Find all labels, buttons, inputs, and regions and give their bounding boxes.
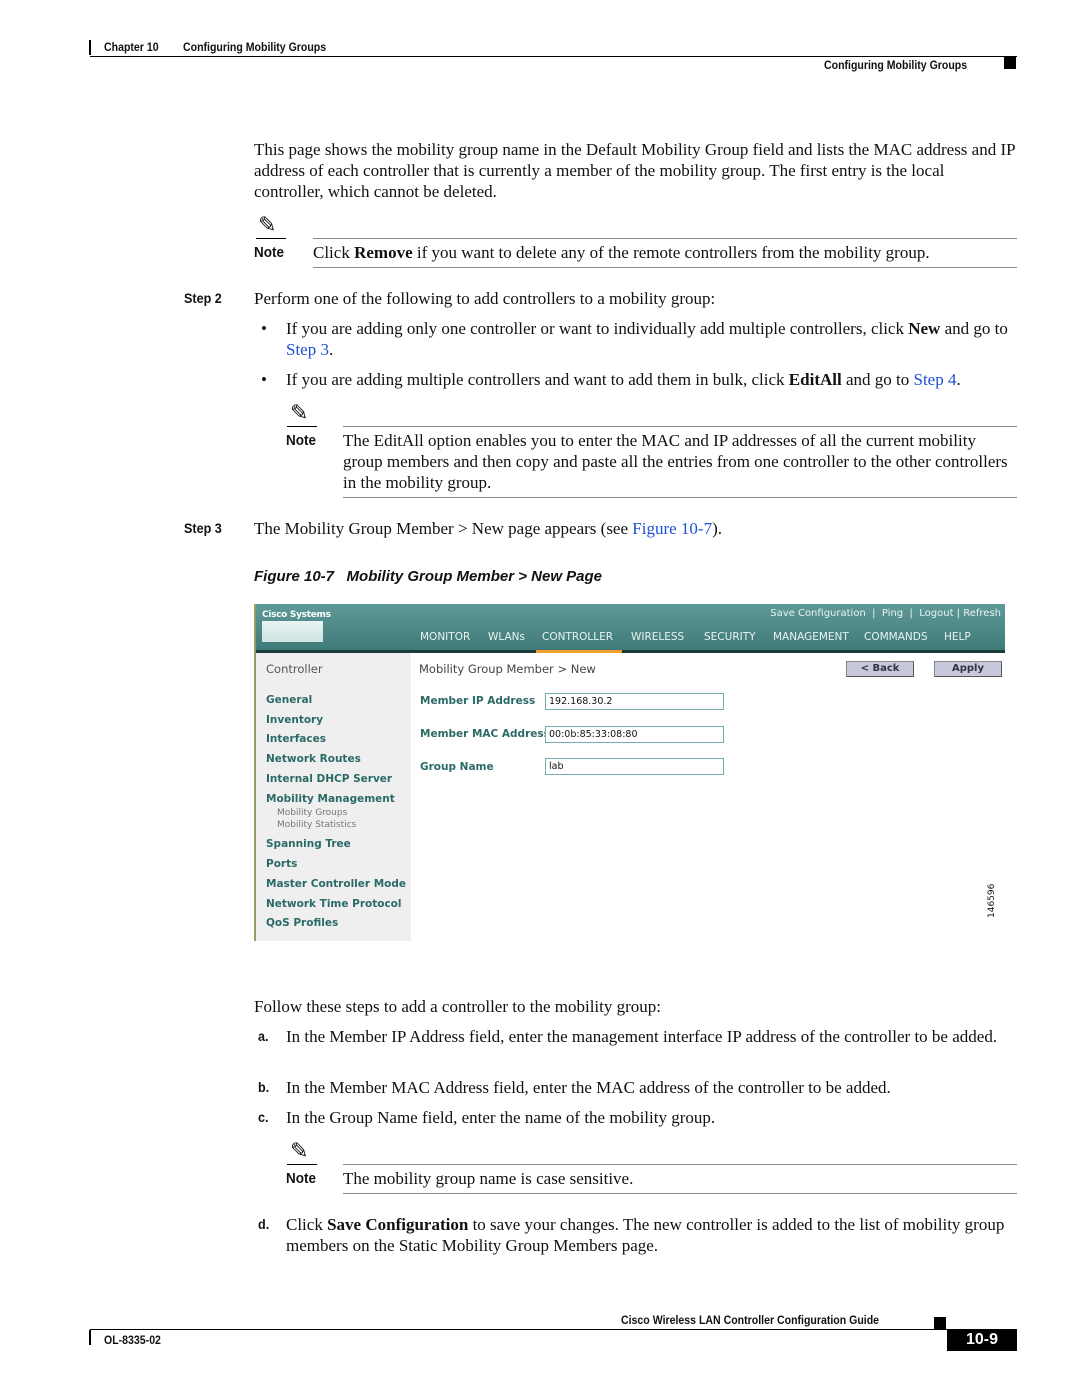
sidebar-item-interfaces[interactable]: Interfaces [266,733,326,745]
sidebar-sub-mobility-groups[interactable]: Mobility Groups [277,808,347,818]
step4-link[interactable]: Step 4 [913,370,956,389]
note3-text: The mobility group name is case sensitiv… [343,1169,634,1188]
section-title: Configuring Mobility Groups [824,58,968,72]
sidebar-item-general[interactable]: General [266,694,312,706]
note-rule [313,267,1017,268]
cisco-logo-bars [262,621,323,642]
note-icon-rule [256,238,286,239]
refresh-link[interactable]: Refresh [963,608,1001,619]
active-tab-indicator [536,650,622,653]
menu-management[interactable]: MANAGEMENT [773,631,849,643]
sidebar-sub-mobility-statistics[interactable]: Mobility Statistics [277,820,356,830]
intro-paragraph: This page shows the mobility group name … [254,140,1015,201]
ping-link[interactable]: Ping [882,608,903,619]
header-rule [90,56,1017,57]
substep-c: In the Group Name field, enter the name … [286,1108,716,1127]
back-button[interactable]: < Back [846,661,914,677]
menu-controller[interactable]: CONTROLLER [542,631,613,643]
footer-rule [90,1329,947,1330]
chapter-label: Chapter 10 [104,40,159,54]
chapter-title: Configuring Mobility Groups [183,40,327,54]
apply-button[interactable]: Apply [934,661,1002,677]
figure-caption: Figure 10-7 Mobility Group Member > New … [254,568,603,585]
sidebar-item-network-routes[interactable]: Network Routes [266,753,361,765]
sidebar-item-qos[interactable]: QoS Profiles [266,917,338,929]
menu-security[interactable]: SECURITY [704,631,756,643]
member-mac-input[interactable]: 00:0b:85:33:08:80 [545,726,724,743]
sidebar: Controller General Inventory Interfaces … [256,653,411,941]
header-square [1004,57,1016,69]
save-configuration-link[interactable]: Save Configuration [770,608,866,619]
figure-screenshot: Cisco Systems Save Configuration | Ping … [254,604,1005,941]
doc-number: OL-8335-02 [104,1333,161,1347]
note-rule [343,497,1017,498]
substep-b: In the Member MAC Address field, enter t… [286,1078,891,1097]
step3-link[interactable]: Step 3 [286,340,329,359]
note1-text: Click Remove if you want to delete any o… [313,243,930,262]
top-banner: Cisco Systems Save Configuration | Ping … [256,604,1005,650]
group-name-input[interactable]: lab [545,758,724,775]
note-rule [313,238,1017,239]
sidebar-item-dhcp[interactable]: Internal DHCP Server [266,773,392,785]
menu-help[interactable]: HELP [944,631,971,643]
note-label: Note [286,1170,317,1187]
note-label: Note [254,244,285,261]
pencil-icon: ✎ [290,400,309,425]
page-title: Mobility Group Member > New [419,662,596,676]
step-label: Step 2 [184,290,222,306]
follow-text: Follow these steps to add a controller t… [254,997,661,1016]
cisco-logo: Cisco Systems [262,610,331,620]
note2-text: The EditAll option enables you to enter … [343,431,1008,492]
footer-bar [89,1330,91,1345]
menu-commands[interactable]: COMMANDS [864,631,928,643]
member-ip-label: Member IP Address [420,695,536,707]
step3-text: The Mobility Group Member > New page app… [254,519,722,538]
substep-label: d. [258,1216,270,1232]
substep-d: Click Save Configuration to save your ch… [286,1215,1005,1255]
sidebar-item-spanning-tree[interactable]: Spanning Tree [266,838,351,850]
note-rule [343,426,1017,427]
bullet: • [261,370,267,389]
step2-bullet1: If you are adding only one controller or… [286,319,1008,359]
sidebar-item-master-controller[interactable]: Master Controller Mode [266,878,406,890]
menu-wlans[interactable]: WLANs [488,631,525,643]
note-icon-rule [287,1164,317,1165]
member-mac-label: Member MAC Address [420,728,550,740]
step-label: Step 3 [184,520,222,536]
menu-wireless[interactable]: WIRELESS [631,631,684,643]
header-bar [89,40,91,55]
substep-label: a. [258,1028,269,1044]
note-icon-rule [287,426,317,427]
sidebar-item-ntp[interactable]: Network Time Protocol [266,898,402,910]
sidebar-item-mobility-management[interactable]: Mobility Management [266,793,395,805]
step2-text: Perform one of the following to add cont… [254,289,716,308]
menu-monitor[interactable]: MONITOR [420,631,470,643]
sidebar-item-ports[interactable]: Ports [266,858,297,870]
sidebar-title: Controller [266,662,323,676]
page-number: 10-9 [947,1329,1017,1351]
group-name-label: Group Name [420,761,494,773]
figure-link[interactable]: Figure 10-7 [632,519,712,538]
figure-id: 146596 [987,883,997,918]
logout-link[interactable]: Logout [919,608,953,619]
step2-bullet2: If you are adding multiple controllers a… [286,370,961,389]
member-ip-input[interactable]: 192.168.30.2 [545,693,724,710]
footer-square [934,1317,946,1329]
substep-a: In the Member IP Address field, enter th… [286,1027,998,1046]
pencil-icon: ✎ [258,212,277,237]
top-links: Save Configuration | Ping | Logout | Ref… [770,608,1001,619]
note-rule [343,1193,1017,1194]
note-label: Note [286,432,317,449]
substep-label: b. [258,1079,270,1095]
bullet: • [261,319,267,338]
pencil-icon: ✎ [290,1138,309,1163]
substep-label: c. [258,1109,269,1125]
sidebar-item-inventory[interactable]: Inventory [266,714,323,726]
footer-guide-title: Cisco Wireless LAN Controller Configurat… [621,1313,880,1327]
note-rule [343,1164,1017,1165]
